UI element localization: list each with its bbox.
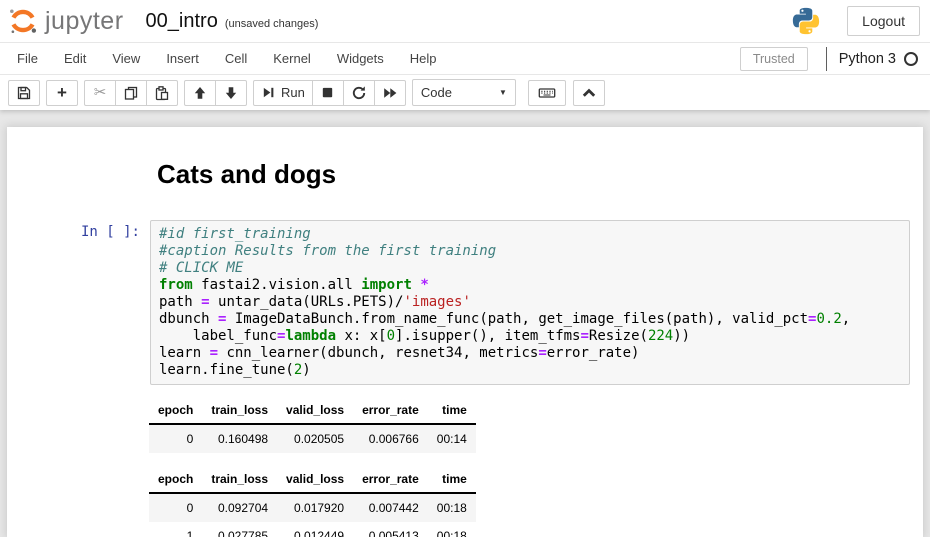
code-area[interactable]: #id first_training#caption Results from … — [150, 220, 910, 385]
column-header: train_loss — [202, 397, 277, 424]
save-icon — [16, 85, 32, 101]
table-cell: 0 — [149, 493, 202, 522]
stop-icon — [320, 85, 335, 100]
run-button[interactable]: Run — [253, 80, 313, 106]
restart-kernel-button[interactable] — [343, 80, 375, 106]
kernel-idle-icon — [904, 52, 918, 66]
cut-cell-button[interactable]: ✂ — [84, 80, 116, 106]
move-cell-down-button[interactable] — [215, 80, 247, 106]
output-area: epochtrain_lossvalid_losserror_ratetime0… — [149, 397, 923, 537]
interrupt-kernel-button[interactable] — [312, 80, 344, 106]
column-header: time — [428, 397, 476, 424]
copy-icon — [123, 85, 139, 101]
menu-bar: File Edit View Insert Cell Kernel Widget… — [0, 42, 930, 75]
python-logo-icon — [791, 6, 821, 36]
jupyter-logo-icon — [8, 6, 38, 36]
table-cell: 0 — [149, 424, 202, 453]
column-header: time — [428, 466, 476, 493]
table-cell: 1 — [149, 522, 202, 537]
run-group: Run — [253, 80, 406, 106]
step-forward-icon — [261, 85, 276, 100]
column-header: error_rate — [353, 466, 428, 493]
table-row: 00.0927040.0179200.00744200:18 — [149, 493, 476, 522]
jupyter-logo-text: jupyter — [45, 7, 124, 36]
menu-widgets[interactable]: Widgets — [324, 43, 397, 74]
header-toggle-group — [573, 80, 605, 106]
logout-button[interactable]: Logout — [847, 6, 920, 36]
edit-group: ✂ — [84, 80, 178, 106]
markdown-heading: Cats and dogs — [157, 159, 923, 190]
scissors-icon: ✂ — [94, 85, 107, 100]
code-cell[interactable]: In [ ]: #id first_training#caption Resul… — [7, 220, 923, 385]
clipboard-icon — [154, 85, 170, 101]
kernel-name: Python 3 — [839, 51, 896, 67]
save-group — [8, 80, 40, 106]
fast-forward-icon — [382, 85, 398, 101]
table-cell: 0.160498 — [202, 424, 277, 453]
toggle-header-button[interactable] — [573, 80, 605, 106]
table-cell: 0.012449 — [277, 522, 353, 537]
training-results-table: epochtrain_lossvalid_losserror_ratetime0… — [149, 397, 476, 453]
checkpoint-status: (unsaved changes) — [225, 13, 319, 30]
fine-tune-results-table: epochtrain_lossvalid_losserror_ratetime0… — [149, 466, 476, 537]
table-cell: 00:14 — [428, 424, 476, 453]
move-cell-up-button[interactable] — [184, 80, 216, 106]
restart-run-all-button[interactable] — [374, 80, 406, 106]
input-prompt: In [ ]: — [7, 220, 150, 385]
save-button[interactable] — [8, 80, 40, 106]
menu-view[interactable]: View — [99, 43, 153, 74]
add-cell-button[interactable]: + — [46, 80, 78, 106]
copy-cell-button[interactable] — [115, 80, 147, 106]
column-header: epoch — [149, 397, 202, 424]
column-header: error_rate — [353, 397, 428, 424]
table-cell: 0.017920 — [277, 493, 353, 522]
menu-cell[interactable]: Cell — [212, 43, 260, 74]
divider — [826, 47, 827, 71]
run-button-label: Run — [281, 85, 305, 100]
cell-type-select[interactable]: Code ▼ — [412, 79, 516, 106]
arrow-up-icon — [192, 85, 208, 101]
jupyter-logo[interactable]: jupyter — [8, 6, 124, 36]
training-output-1: epochtrain_lossvalid_losserror_ratetime0… — [149, 397, 923, 453]
toolbar: + ✂ — [0, 75, 930, 110]
column-header: valid_loss — [277, 466, 353, 493]
training-output-2: epochtrain_lossvalid_losserror_ratetime0… — [149, 466, 923, 537]
column-header: epoch — [149, 466, 202, 493]
table-row: 00.1604980.0205050.00676600:14 — [149, 424, 476, 453]
palette-group — [528, 80, 566, 106]
keyboard-icon — [538, 85, 556, 101]
menu-file[interactable]: File — [4, 43, 51, 74]
notebook-container: Cats and dogs In [ ]: #id first_training… — [7, 127, 923, 537]
column-header: train_loss — [202, 466, 277, 493]
arrow-down-icon — [223, 85, 239, 101]
top-bar: jupyter 00_intro (unsaved changes) Logou… — [0, 0, 930, 42]
header: jupyter 00_intro (unsaved changes) Logou… — [0, 0, 930, 110]
plus-icon: + — [57, 84, 67, 101]
chevron-down-icon: ▼ — [499, 88, 507, 97]
table-cell: 0.006766 — [353, 424, 428, 453]
cell-type-value: Code — [421, 85, 452, 100]
table-cell: 0.020505 — [277, 424, 353, 453]
table-cell: 0.005413 — [353, 522, 428, 537]
command-palette-button[interactable] — [528, 80, 566, 106]
column-header: valid_loss — [277, 397, 353, 424]
refresh-icon — [351, 85, 367, 101]
table-row: 10.0277850.0124490.00541300:18 — [149, 522, 476, 537]
notebook-title[interactable]: 00_intro — [146, 10, 218, 33]
table-cell: 0.007442 — [353, 493, 428, 522]
trusted-badge: Trusted — [740, 47, 808, 71]
move-group — [184, 80, 247, 106]
jupyter-app: jupyter 00_intro (unsaved changes) Logou… — [0, 0, 930, 537]
menu-help[interactable]: Help — [397, 43, 450, 74]
table-cell: 0.092704 — [202, 493, 277, 522]
menu-insert[interactable]: Insert — [153, 43, 212, 74]
menu-edit[interactable]: Edit — [51, 43, 99, 74]
chevron-up-icon — [581, 86, 597, 100]
table-cell: 00:18 — [428, 522, 476, 537]
paste-cell-button[interactable] — [146, 80, 178, 106]
menu-kernel[interactable]: Kernel — [260, 43, 324, 74]
insert-group: + — [46, 80, 78, 106]
table-cell: 0.027785 — [202, 522, 277, 537]
table-cell: 00:18 — [428, 493, 476, 522]
